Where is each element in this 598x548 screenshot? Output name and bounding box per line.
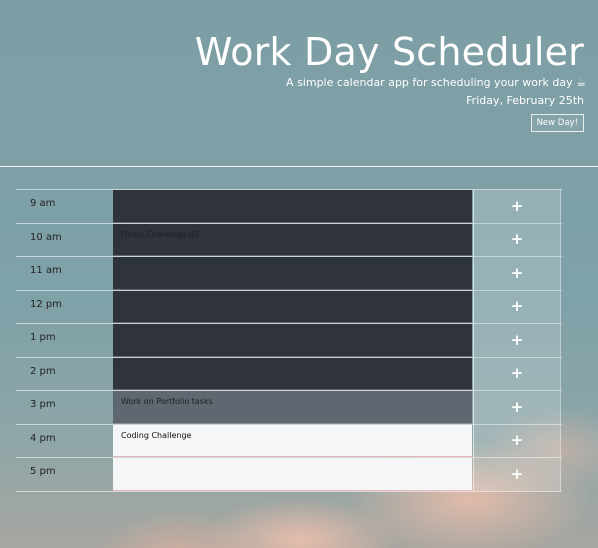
task-input[interactable]: Work on Portfolio tasks [113, 391, 472, 424]
time-block: 5 pm + [16, 457, 562, 492]
save-button[interactable]: + [473, 257, 561, 290]
save-button[interactable]: + [473, 190, 561, 223]
current-date: Friday, February 25th [466, 94, 584, 107]
plus-icon: + [510, 330, 524, 349]
save-button[interactable]: + [473, 458, 561, 491]
task-input[interactable] [113, 290, 472, 323]
plus-icon: + [510, 263, 524, 282]
hour-label: 5 pm [30, 466, 56, 477]
task-input[interactable]: Finish Challenge 05 [113, 223, 472, 256]
new-day-button[interactable]: New Day! [530, 114, 584, 132]
plus-icon: + [510, 397, 524, 416]
hour-label: 2 pm [30, 365, 56, 377]
save-button[interactable]: + [473, 424, 561, 457]
save-button[interactable]: + [473, 391, 561, 424]
hour-label: 10 am [30, 231, 62, 243]
time-block: 10 am Finish Challenge 05 + [16, 222, 562, 256]
plus-icon: + [510, 364, 524, 383]
time-block: 4 pm Coding Challenge + [16, 423, 562, 457]
plus-icon: + [510, 297, 524, 316]
save-button[interactable]: + [473, 223, 561, 256]
plus-icon: + [510, 196, 524, 215]
task-input[interactable]: Coding Challenge [113, 424, 472, 457]
hour-label: 4 pm [30, 432, 56, 444]
time-block: 12 pm + [16, 289, 562, 323]
time-block: 2 pm + [16, 356, 562, 390]
time-block: 3 pm Work on Portfolio tasks + [16, 390, 562, 424]
save-button[interactable]: + [473, 290, 561, 323]
save-button[interactable]: + [473, 324, 561, 357]
time-block: 9 am + [16, 189, 562, 223]
time-block: 11 am + [16, 256, 562, 290]
task-input[interactable] [113, 257, 472, 290]
page-title: Work Day Scheduler [194, 30, 584, 74]
task-input[interactable] [113, 324, 472, 357]
time-block: 1 pm + [16, 323, 562, 357]
hour-label: 9 am [30, 198, 56, 209]
save-button[interactable]: + [473, 357, 561, 390]
hour-label: 12 pm [30, 298, 62, 310]
plus-icon: + [510, 464, 524, 483]
plus-icon: + [510, 431, 524, 450]
hour-label: 1 pm [30, 332, 56, 343]
task-input[interactable] [113, 357, 472, 390]
plus-icon: + [510, 230, 524, 249]
task-input[interactable] [113, 190, 472, 223]
hour-label: 11 am [30, 265, 62, 276]
header: Work Day Scheduler A simple calendar app… [0, 0, 598, 167]
time-block-list: 9 am + 10 am Finish Challenge 05 + 11 am… [16, 189, 562, 492]
hour-label: 3 pm [30, 399, 56, 410]
tagline: A simple calendar app for scheduling you… [286, 76, 586, 89]
task-input[interactable] [113, 458, 472, 491]
